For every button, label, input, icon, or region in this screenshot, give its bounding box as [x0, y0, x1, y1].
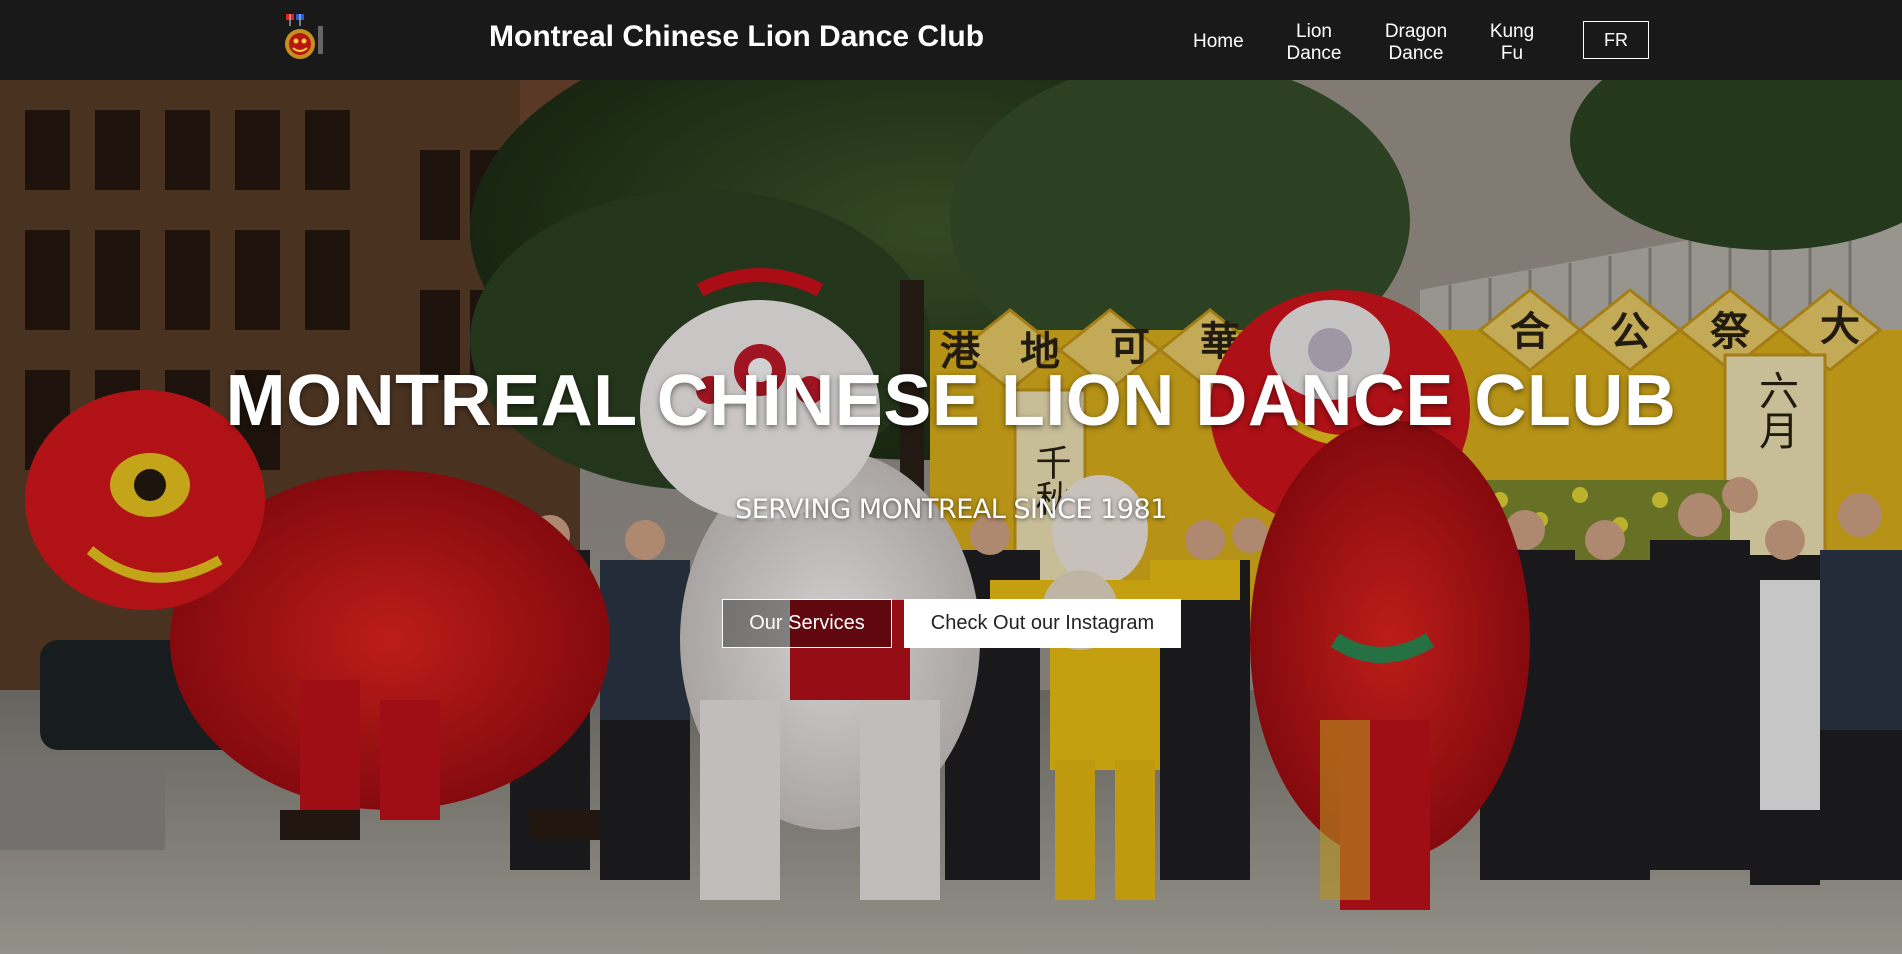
nav-dragon-dance[interactable]: Dragon Dance [1381, 21, 1451, 65]
nav-kungfu-label-line1: Kung [1489, 21, 1535, 42]
site-header: Montreal Chinese Lion Dance Club Home Li… [0, 0, 1902, 80]
nav-dragon-label-line2: Dance [1388, 43, 1444, 64]
nav-lion-dance[interactable]: Lion Dance [1284, 21, 1344, 65]
hero-section: 港 地 可 華 合 公 祭 大 千秋 六月 MONTREAL CHINESE L… [0, 80, 1902, 954]
nav-dragon-label-line1: Dragon [1384, 21, 1448, 42]
club-logo-icon[interactable] [280, 12, 326, 66]
nav-home-label: Home [1193, 31, 1244, 52]
nav-kungfu-label-line2: Fu [1500, 43, 1524, 64]
hero-title: MONTREAL CHINESE LION DANCE CLUB [225, 361, 1677, 441]
instagram-button[interactable]: Check Out our Instagram [904, 599, 1181, 648]
our-services-button[interactable]: Our Services [722, 599, 892, 648]
nav-home[interactable]: Home [1193, 31, 1244, 53]
language-toggle-button[interactable]: FR [1583, 21, 1649, 59]
site-title[interactable]: Montreal Chinese Lion Dance Club [489, 20, 984, 54]
nav-lion-label-line1: Lion [1296, 21, 1332, 42]
nav-kung-fu[interactable]: Kung Fu [1484, 21, 1540, 65]
hero-subtitle: SERVING MONTREAL SINCE 1981 [735, 494, 1167, 525]
nav-lion-label-line2: Dance [1286, 43, 1342, 64]
